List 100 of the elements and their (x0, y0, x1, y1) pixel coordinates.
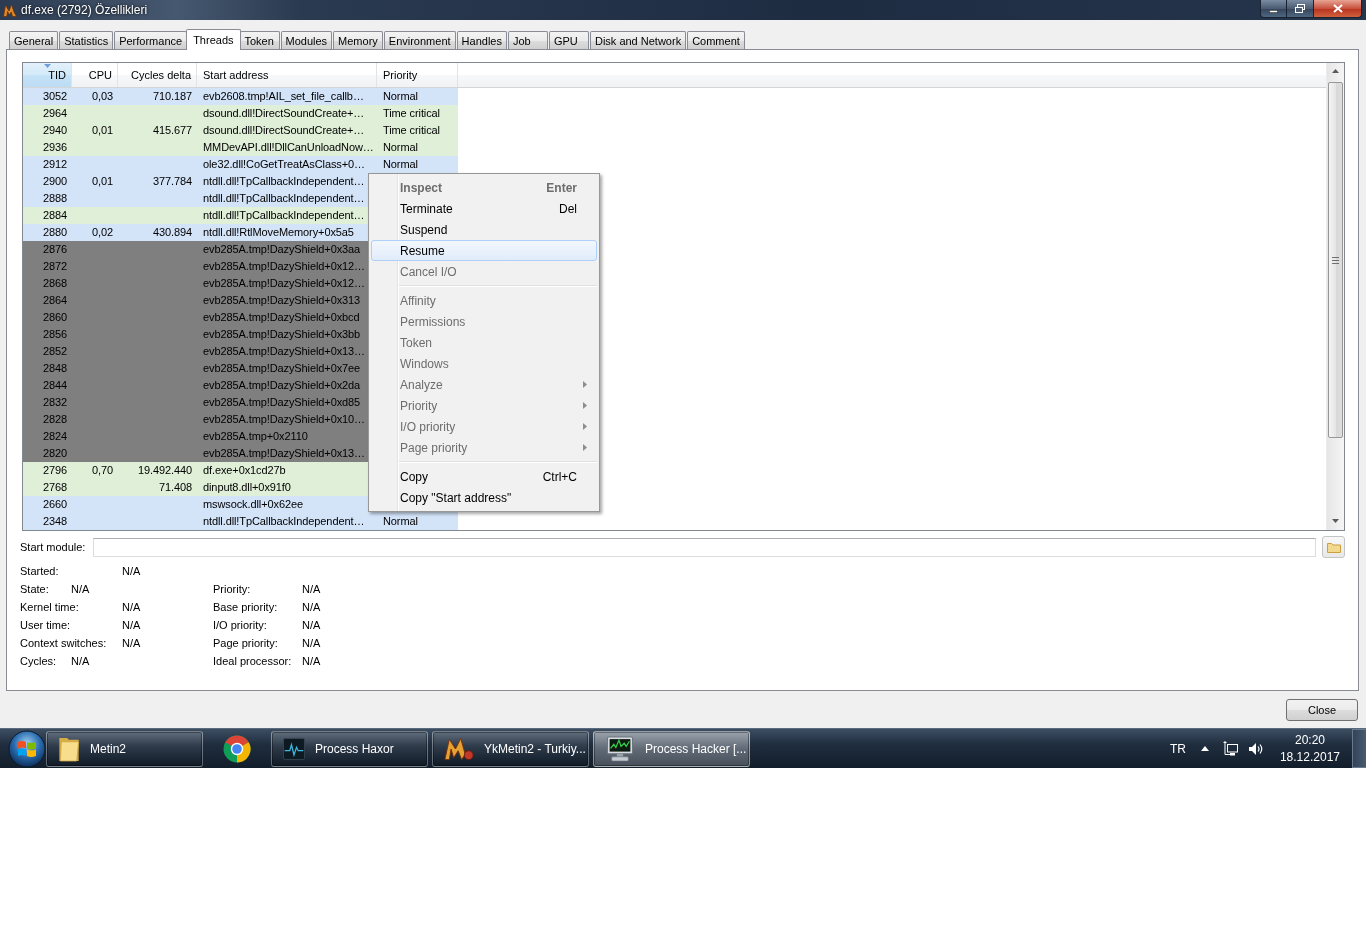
detail-label: Base priority: (213, 601, 278, 613)
thread-row[interactable]: 3052 0,03 710.187 evb2608.tmp!AIL_set_file_callb… Normal (23, 88, 458, 105)
table-cell: ole32.dll!CoGetTreatAsClass+0… (203, 158, 365, 170)
table-cell: evb285A.tmp!DazyShield+0x12… (203, 260, 365, 272)
tab[interactable]: Comment (687, 31, 745, 49)
detail-label: Page priority: (213, 637, 278, 649)
scroll-up-icon[interactable] (1332, 69, 1339, 73)
clock-time[interactable]: 20:20 (1294, 731, 1325, 749)
table-cell: 2348 (42, 515, 67, 527)
table-cell: 2888 (42, 192, 67, 204)
thread-row[interactable]: 2964 dsound.dll!DirectSoundCreate+… Time critical (23, 105, 458, 122)
browser-icon (223, 734, 251, 763)
table-cell: 0,01 (92, 124, 113, 136)
tab[interactable]: Modules (280, 31, 333, 49)
tab[interactable]: Disk and Network (589, 31, 687, 49)
taskbar-button[interactable]: Metin2 (46, 730, 203, 767)
thread-row[interactable]: 2940 0,01 415.677 dsound.dll!DirectSoundCreate+… Time critical (23, 122, 458, 139)
tab[interactable]: GPU (548, 31, 589, 49)
orb-icon (8, 729, 46, 768)
table-cell: Normal (383, 158, 418, 170)
table-cell: 377.784 (152, 175, 192, 187)
restore-button[interactable] (1287, 0, 1314, 18)
column-header[interactable]: Priority (377, 63, 458, 87)
detail-value: N/A (302, 637, 321, 649)
table-cell: evb285A.tmp!DazyShield+0xd85 (203, 396, 361, 408)
grip-icon (1332, 256, 1339, 264)
column-header[interactable]: TID (23, 63, 72, 87)
table-cell: evb285A.tmp!DazyShield+0xbcd (203, 311, 360, 323)
window-title: df.exe (2792) Özellikleri (21, 3, 148, 17)
close-icon (1332, 4, 1343, 13)
table-cell: 2768 (42, 481, 67, 493)
thread-row[interactable]: 2936 MMDevAPI.dll!DllCanUnloadNow… Normal (23, 139, 458, 156)
tab[interactable]: Handles (456, 31, 507, 49)
column-header[interactable]: Cycles delta (118, 63, 197, 87)
scroll-down-icon[interactable] (1332, 519, 1339, 523)
table-cell: evb285A.tmp!DazyShield+0x3aa (203, 243, 361, 255)
table-cell: 2964 (42, 107, 67, 119)
speaker-icon[interactable] (1247, 741, 1263, 756)
pulse-monitor-icon (283, 735, 305, 762)
table-cell: 0,70 (92, 464, 113, 476)
submenu-arrow-icon (583, 402, 587, 409)
column-header[interactable]: Start address (197, 63, 377, 87)
taskbar-button[interactable]: Process Haxor (271, 730, 428, 767)
close-button[interactable]: Close (1286, 699, 1358, 721)
table-cell: 2856 (42, 328, 67, 340)
tab[interactable]: Threads (186, 29, 241, 50)
triangle-up-icon[interactable] (1200, 746, 1209, 751)
tab[interactable]: Memory (333, 31, 383, 49)
restore-icon (1295, 4, 1305, 13)
pinned-app-button[interactable] (223, 734, 251, 763)
tab[interactable]: Statistics (59, 31, 114, 49)
detail-value: N/A (122, 601, 141, 613)
table-cell: 2852 (42, 345, 67, 357)
detail-value: N/A (71, 583, 90, 595)
detail-value: N/A (122, 565, 141, 577)
table-cell: 0,02 (92, 226, 113, 238)
table-cell: 71.408 (158, 481, 192, 493)
table-cell: evb285A.tmp!DazyShield+0x10… (203, 413, 365, 425)
table-cell: 2820 (42, 447, 67, 459)
table-cell: MMDevAPI.dll!DllCanUnloadNow… (203, 141, 374, 153)
shortcut-text: Del (559, 201, 577, 216)
table-cell: ntdll.dll!TpCallbackIndependent… (203, 515, 365, 527)
table-cell: evb285A.tmp!DazyShield+0x13… (203, 345, 365, 357)
network-icon[interactable] (1222, 741, 1238, 756)
tab[interactable]: Job (507, 31, 548, 49)
tab[interactable]: Environment (383, 31, 456, 49)
table-cell: ntdll.dll!TpCallbackIndependent… (203, 209, 365, 221)
scroll-thumb[interactable] (1328, 82, 1343, 438)
start-module-field[interactable] (93, 537, 1316, 557)
clock-date[interactable]: 18.12.2017 (1279, 748, 1340, 766)
table-cell: 415.677 (152, 124, 192, 136)
tab[interactable]: Token (239, 31, 280, 49)
thread-row[interactable]: 2912 ole32.dll!CoGetTreatAsClass+0… Normal (23, 156, 458, 173)
detail-value: N/A (302, 601, 321, 613)
menu-item[interactable]: Resume (371, 240, 597, 261)
start-button[interactable] (8, 729, 46, 768)
table-cell: 2848 (42, 362, 67, 374)
submenu-arrow-icon (583, 381, 587, 388)
thread-row[interactable]: 2348 ntdll.dll!TpCallbackIndependent… Normal (23, 513, 458, 530)
taskbar-button[interactable]: Process Hacker [... (593, 730, 750, 767)
column-header[interactable]: CPU (72, 63, 118, 87)
taskbar-button[interactable]: YkMetin2 - Turkiy... (432, 730, 589, 767)
logo-icon (3, 3, 17, 17)
monitor-graph-icon (605, 735, 635, 762)
minimize-button[interactable] (1260, 0, 1287, 18)
detail-label: State: (20, 583, 49, 595)
language-indicator[interactable]: TR (1169, 741, 1186, 756)
detail-label: Priority: (213, 583, 251, 595)
table-cell: dsound.dll!DirectSoundCreate+… (203, 124, 365, 136)
table-cell: Normal (383, 141, 418, 153)
table-cell: Time critical (383, 107, 440, 119)
table-cell: 2828 (42, 413, 67, 425)
table-cell: ntdll.dll!TpCallbackIndependent… (203, 175, 365, 187)
table-cell: 2824 (42, 430, 67, 442)
tab[interactable]: General (9, 31, 59, 49)
tab[interactable]: Performance (114, 31, 188, 49)
vertical-scrollbar[interactable] (1326, 63, 1344, 530)
table-cell: 19.492.440 (137, 464, 192, 476)
window-close-button[interactable] (1314, 0, 1362, 18)
sort-arrow-icon (44, 64, 51, 68)
